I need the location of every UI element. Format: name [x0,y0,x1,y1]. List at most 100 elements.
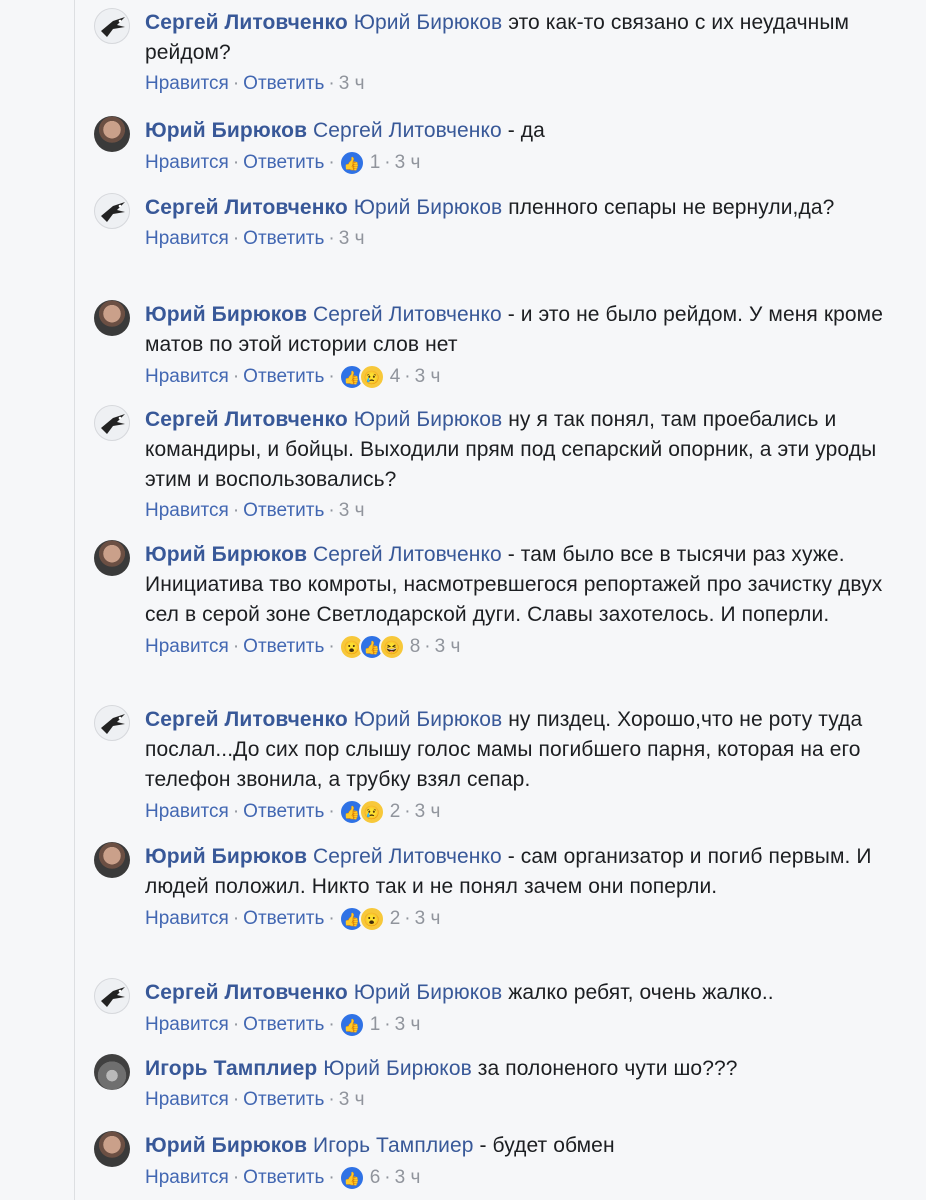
comment-time[interactable]: 3 ч [339,227,365,251]
comment-actions: Нравится · Ответить · 👍 6 · 3 ч [145,1165,885,1191]
reaction-count[interactable]: 6 [370,1166,381,1190]
comment-actions: Нравится · Ответить · 3 ч [145,227,885,251]
comment-author[interactable]: Сергей Литовченко [145,11,348,34]
separator: · [328,228,335,249]
comment-text: Юрий Бирюков Сергей Литовченко - сам орг… [145,842,885,902]
comment-mention[interactable]: Юрий Бирюков [323,1057,472,1080]
wow-reaction-icon: 😮 [358,906,385,932]
separator: · [328,500,335,521]
separator: · [404,908,411,929]
comment-mention[interactable]: Юрий Бирюков [354,708,503,731]
comment-author[interactable]: Юрий Бирюков [145,303,307,326]
bird-avatar[interactable] [94,978,130,1014]
separator: · [232,152,240,173]
reply-link[interactable]: Ответить [243,1088,324,1112]
comment-author[interactable]: Сергей Литовченко [145,981,348,1004]
comment-time[interactable]: 3 ч [395,1013,421,1037]
reply-link[interactable]: Ответить [243,365,324,389]
reaction-icons[interactable]: 😮 👍 😆 [338,634,405,660]
separator: · [232,908,240,929]
comment-mention[interactable]: Игорь Тамплиер [313,1134,474,1157]
comment-text: Сергей Литовченко Юрий Бирюков пленного … [145,193,885,223]
photo-avatar[interactable] [94,540,130,576]
reaction-count[interactable]: 4 [390,365,401,389]
bird-avatar[interactable] [94,705,130,741]
reaction-icons[interactable]: 👍 [338,1165,365,1191]
photo-avatar[interactable] [94,116,130,152]
reply-link[interactable]: Ответить [243,907,324,931]
bird-avatar[interactable] [94,193,130,229]
comment-time[interactable]: 3 ч [339,1088,365,1112]
comment-mention[interactable]: Юрий Бирюков [354,408,503,431]
comment-mention[interactable]: Юрий Бирюков [354,11,503,34]
photo-avatar[interactable] [94,1054,130,1090]
reply-link[interactable]: Ответить [243,499,324,523]
like-link[interactable]: Нравится [145,907,229,931]
reply-link[interactable]: Ответить [243,1013,324,1037]
reply-link[interactable]: Ответить [243,800,324,824]
comment-time[interactable]: 3 ч [435,635,461,659]
like-link[interactable]: Нравится [145,1166,229,1190]
comment-time[interactable]: 3 ч [339,72,365,96]
comment-mention[interactable]: Сергей Литовченко [313,845,502,868]
comment-body: будет обмен [492,1134,615,1157]
photo-avatar[interactable] [94,842,130,878]
separator: · [232,1089,240,1110]
comment-mention[interactable]: Юрий Бирюков [354,196,503,219]
comment-author[interactable]: Игорь Тамплиер [145,1057,317,1080]
reply-link[interactable]: Ответить [243,151,324,175]
reaction-count[interactable]: 2 [390,800,401,824]
like-reaction-icon: 👍 [338,1012,365,1038]
haha-reaction-icon: 😆 [378,634,405,660]
reply-link[interactable]: Ответить [243,1166,324,1190]
photo-avatar[interactable] [94,1131,130,1167]
comment-time[interactable]: 3 ч [415,800,441,824]
bird-avatar[interactable] [94,8,130,44]
like-link[interactable]: Нравится [145,800,229,824]
reaction-icons[interactable]: 👍 😮 [338,906,385,932]
comment-body: пленного сепары не вернули,да? [508,196,835,219]
separator: · [232,73,240,94]
like-link[interactable]: Нравится [145,72,229,96]
reaction-icons[interactable]: 👍 😢 [338,364,385,390]
separator: · [328,73,335,94]
comment-text: Игорь Тамплиер Юрий Бирюков за полоненог… [145,1054,885,1084]
like-link[interactable]: Нравится [145,1088,229,1112]
comment-time[interactable]: 3 ч [339,499,365,523]
like-link[interactable]: Нравится [145,635,229,659]
reaction-count[interactable]: 1 [370,151,381,175]
comment-time[interactable]: 3 ч [395,151,421,175]
reaction-icons[interactable]: 👍 [338,150,365,176]
reaction-icons[interactable]: 👍 😢 [338,799,385,825]
separator: · [384,1014,391,1035]
comment-author[interactable]: Юрий Бирюков [145,845,307,868]
like-link[interactable]: Нравится [145,499,229,523]
comment-time[interactable]: 3 ч [415,365,441,389]
comment-mention[interactable]: Сергей Литовченко [313,119,502,142]
comment-author[interactable]: Сергей Литовченко [145,196,348,219]
comment-mention[interactable]: Сергей Литовченко [313,303,502,326]
comment-author[interactable]: Юрий Бирюков [145,543,307,566]
comment-time[interactable]: 3 ч [415,907,441,931]
comment-author[interactable]: Сергей Литовченко [145,408,348,431]
like-link[interactable]: Нравится [145,227,229,251]
like-link[interactable]: Нравится [145,151,229,175]
photo-avatar[interactable] [94,300,130,336]
comment-time[interactable]: 3 ч [395,1166,421,1190]
reply-link[interactable]: Ответить [243,72,324,96]
reaction-count[interactable]: 8 [410,635,421,659]
reaction-icons[interactable]: 👍 [338,1012,365,1038]
reply-link[interactable]: Ответить [243,227,324,251]
comment-author[interactable]: Юрий Бирюков [145,119,307,142]
comment-mention[interactable]: Юрий Бирюков [354,981,503,1004]
separator: · [328,366,335,387]
like-link[interactable]: Нравится [145,365,229,389]
comment-author[interactable]: Юрий Бирюков [145,1134,307,1157]
comment-mention[interactable]: Сергей Литовченко [313,543,502,566]
reaction-count[interactable]: 1 [370,1013,381,1037]
comment-author[interactable]: Сергей Литовченко [145,708,348,731]
reply-link[interactable]: Ответить [243,635,324,659]
like-link[interactable]: Нравится [145,1013,229,1037]
bird-avatar[interactable] [94,405,130,441]
reaction-count[interactable]: 2 [390,907,401,931]
